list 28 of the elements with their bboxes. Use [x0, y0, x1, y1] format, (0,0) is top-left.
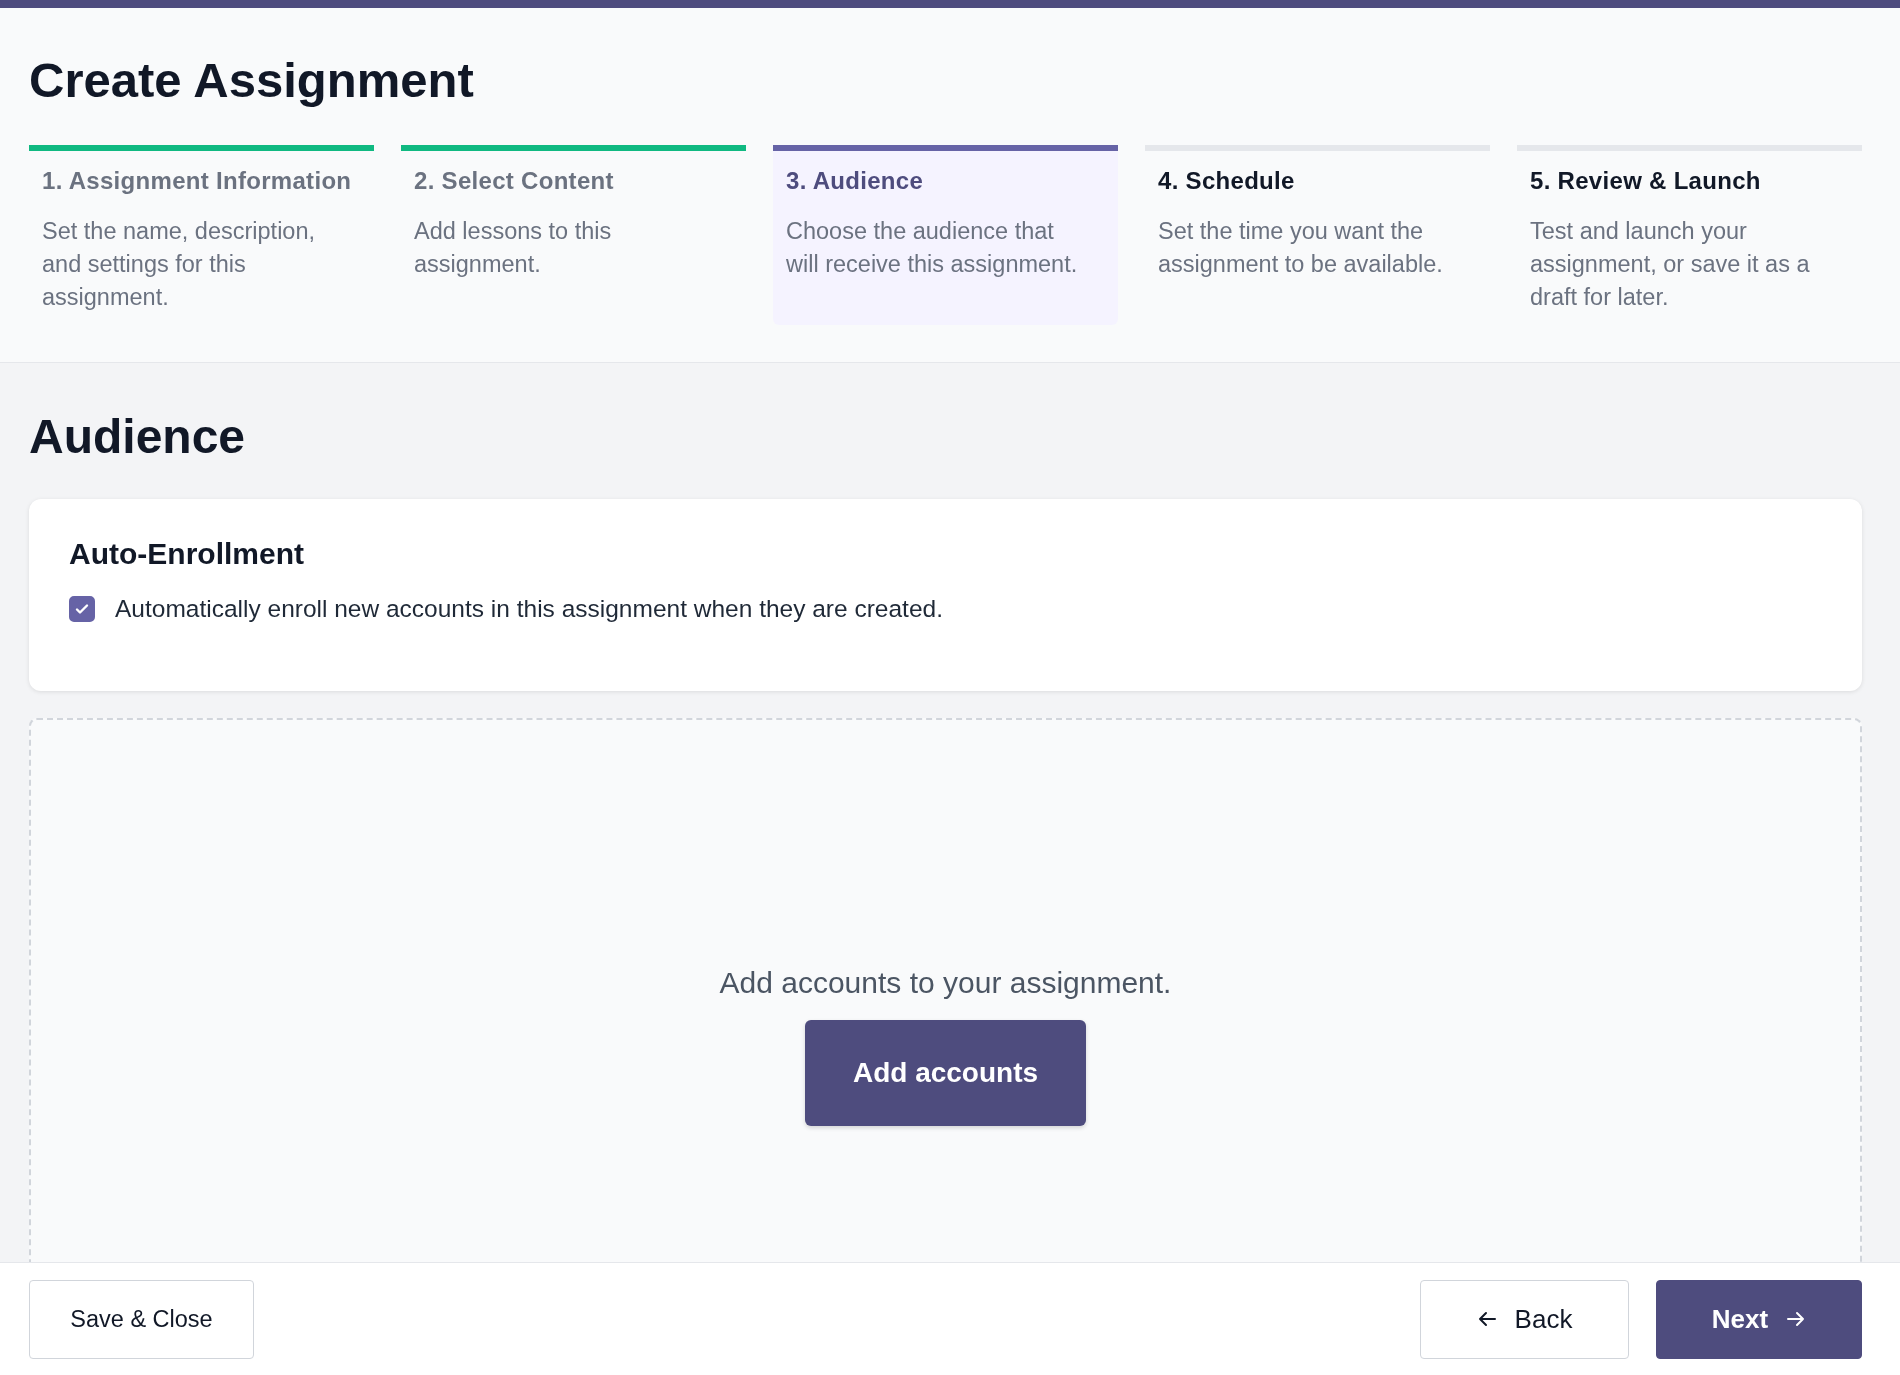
checkbox[interactable]	[69, 596, 95, 622]
step-title: 5. Review & Launch	[1530, 167, 1761, 195]
step-title: 4. Schedule	[1158, 167, 1295, 195]
step-title: 2. Select Content	[414, 167, 614, 195]
step-description: Test and launch your assignment, or save it as a draft for later.	[1530, 217, 1811, 312]
arrow-right-icon	[1786, 1311, 1807, 1327]
step-description: Set the name, description, and settings for this assignment.	[42, 217, 316, 312]
back-button[interactable]: Back	[1420, 1279, 1629, 1359]
step-description: Choose the audience that will receive this assignment.	[786, 217, 1079, 279]
section-title: Audience	[29, 409, 247, 465]
save-close-button[interactable]: Save & Close	[29, 1279, 254, 1359]
step-title: 3. Audience	[786, 167, 924, 195]
page-title: Create Assignment	[29, 52, 475, 109]
step-tab[interactable]: 1. Assignment Information Set the name, description, and settings for this assignment.	[29, 145, 374, 328]
arrow-left-icon	[1476, 1311, 1497, 1327]
checkbox-label: Automatically enroll new accounts in this assignment when they are created.	[115, 595, 943, 623]
step-tab[interactable]: 2. Select Content Add lessons to this assignment.	[401, 145, 746, 325]
card-title: Auto-Enrollment	[69, 537, 305, 571]
empty-message: Add accounts to your assignment.	[719, 966, 1172, 1000]
checkmark-icon	[74, 601, 90, 617]
step-tab[interactable]: 3. Audience Choose the audience that will receive this assignment.	[773, 145, 1118, 325]
step-tab[interactable]: 5. Review & Launch Test and launch your assignment, or save it as a draft for later.	[1517, 145, 1862, 328]
next-button[interactable]: Next	[1656, 1279, 1862, 1359]
step-description: Add lessons to this assignment.	[414, 217, 613, 279]
step-description: Set the time you want the assignment to be available.	[1158, 217, 1444, 279]
step-tab[interactable]: 4. Schedule Set the time you want the assignment to be available.	[1145, 145, 1490, 325]
add-accounts-button[interactable]: Add accounts	[805, 1020, 1086, 1126]
step-title: 1. Assignment Information	[42, 167, 352, 195]
